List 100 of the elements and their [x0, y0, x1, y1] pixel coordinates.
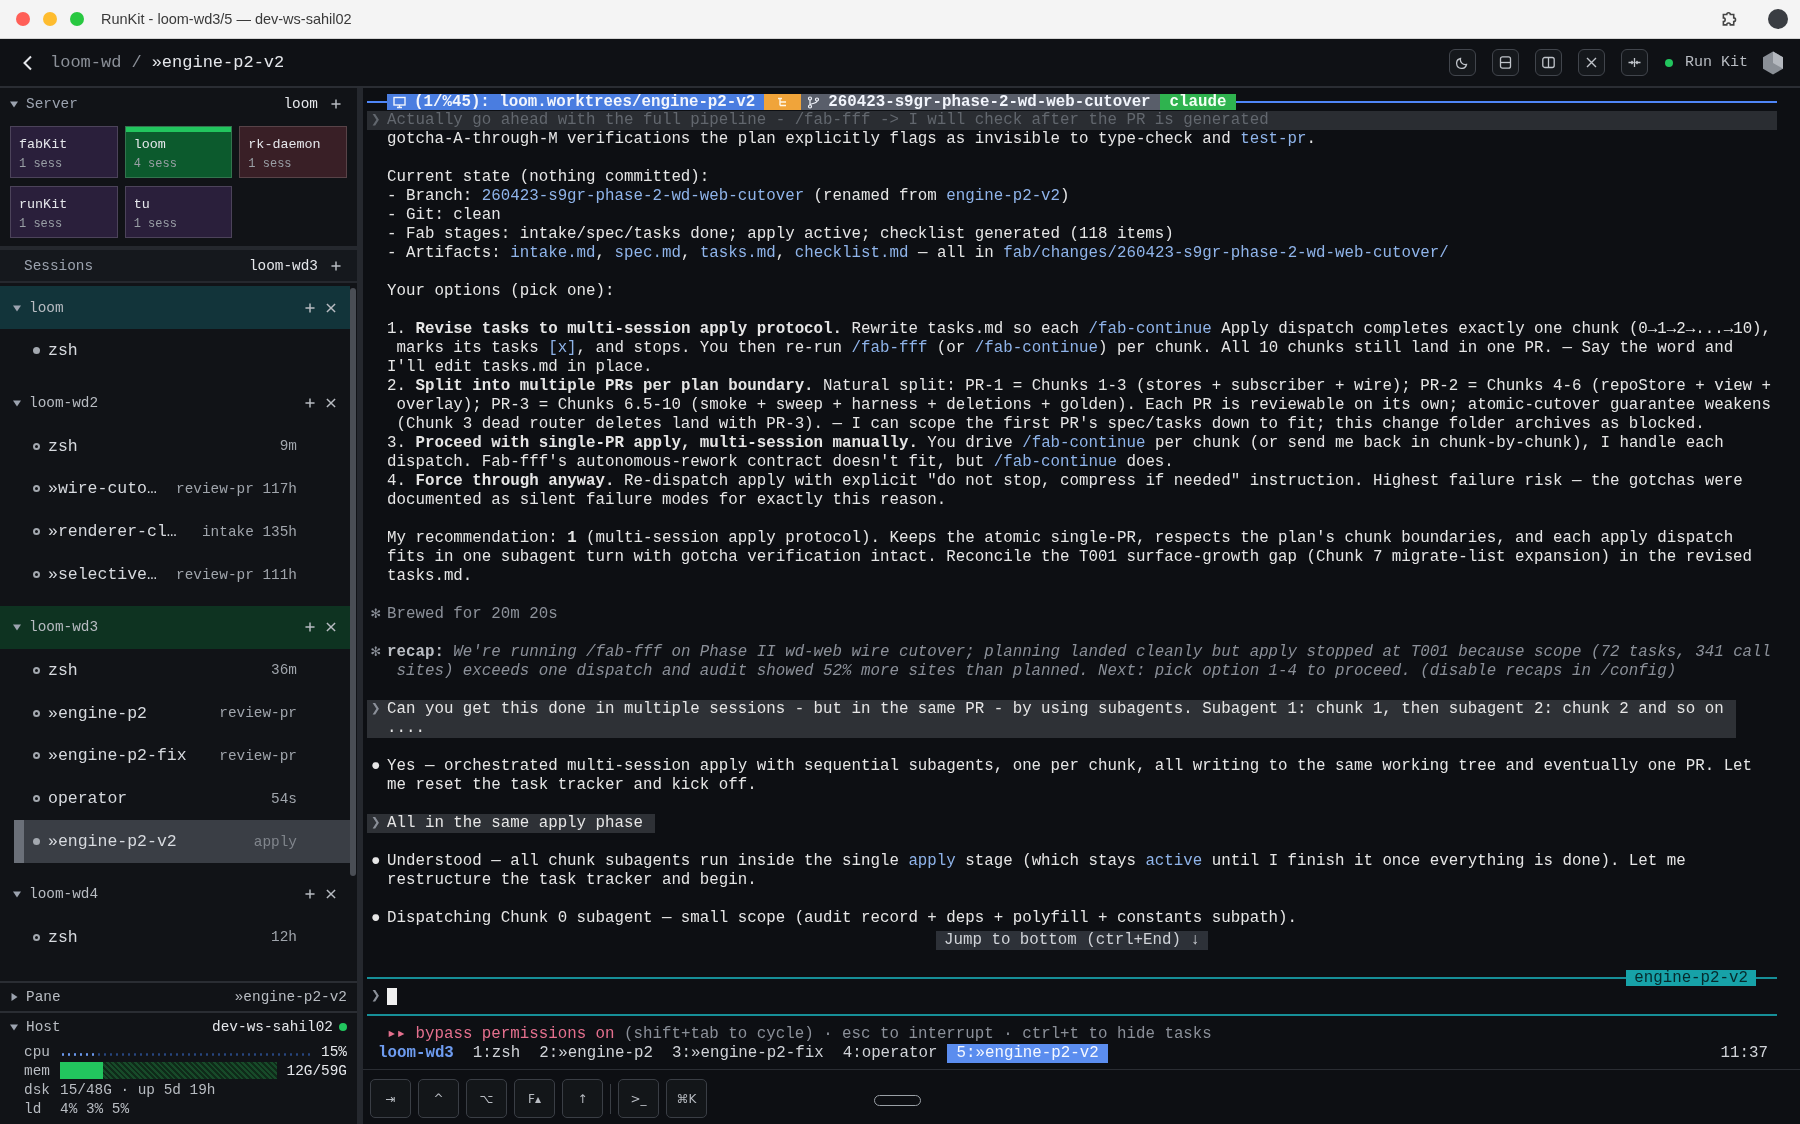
session-item[interactable]: operator 54s — [0, 777, 350, 821]
assistant-message: 1. Revise tasks to multi-session apply protocol. Rewrite tasks.md so each /fab-continue Apply dispatch completes exactly one chunk (0→1→2→...→10), marks its tasks [x], and stops. You then re-run /fab-fff (or /fab-continue) per chunk. All 10 chunks still land in one PR. — Say the word and I'll edit tasks.md in place. — [387, 320, 1772, 377]
user-message: Can you get this done in multiple sessions - but in the same PR - by using subagents. Subagent 1: chunk 1, then subagent 2: chunk 2 and so on .... — [387, 700, 1724, 738]
plus-icon[interactable] — [305, 302, 315, 313]
close-icon[interactable] — [326, 622, 336, 633]
key-button[interactable]: ⌘K — [666, 1079, 707, 1118]
bullet-symbol: ● — [371, 852, 381, 870]
caret-icon[interactable] — [10, 1023, 18, 1031]
assistant-message: My recommendation: 1 (multi-session apply protocol). Keeps the atomic single-PR, respects the plan's chunk boundaries, and each apply dispatch fits in one subagent turn with gotcha verification intact. Reconcile the T001 surface-growth gap (Chunk 7 migrate-list expansion) in the revised tasks.md. — [387, 529, 1753, 586]
server-tile[interactable]: fabKit 1 sess — [10, 126, 118, 178]
split-rows-button[interactable] — [1492, 49, 1519, 76]
caret-icon[interactable] — [13, 890, 21, 899]
hexagon-logo-icon[interactable] — [1762, 50, 1784, 75]
session-group-header[interactable]: loom — [0, 286, 350, 329]
breadcrumb-link[interactable]: loom-wd — [50, 53, 122, 72]
server-tile[interactable]: tu 1 sess — [124, 186, 233, 238]
caret-icon[interactable] — [10, 993, 18, 1001]
status-text: Brewed for 20m 20s — [387, 605, 558, 624]
plus-icon[interactable] — [331, 260, 341, 271]
avatar-icon[interactable] — [1768, 9, 1788, 29]
plus-icon[interactable] — [331, 99, 341, 109]
session-item[interactable]: »wire-cuto… review-pr 117h — [0, 467, 350, 511]
window-tab[interactable]: 4:operator — [833, 1044, 947, 1063]
close-pane-button[interactable] — [1578, 49, 1605, 76]
asterisk-symbol: ✻ — [371, 643, 381, 661]
session-group-name[interactable]: loom-wd4 — [29, 886, 305, 903]
assistant-message: Yes — orchestrated multi-session apply with sequential subagents, one per chunk, all writing to the same working tree and eventually one PR. Let me reset the task tracker and kick off. — [387, 757, 1753, 795]
close-icon — [1585, 56, 1598, 69]
assistant-message: Current state (nothing committed): — [387, 168, 711, 187]
session-group-name[interactable]: loom — [29, 299, 305, 316]
section-title: Sessions — [24, 257, 95, 274]
assistant-message: Your options (pick one): — [387, 282, 615, 301]
moon-icon — [1456, 56, 1469, 69]
user-message: All in the same apply phase — [387, 814, 643, 833]
split-rows-icon — [1499, 56, 1512, 69]
jump-to-bottom-button[interactable]: Jump to bottom (ctrl+End) ↓ — [936, 931, 1208, 950]
stat-value: 4% 3% 5% — [60, 1100, 130, 1117]
key-button[interactable]: F▴ — [514, 1079, 555, 1118]
assistant-message: - Branch: 260423-s9gr-phase-2-wd-web-cutover (renamed from engine-p2-v2) — [387, 187, 1071, 206]
key-button[interactable]: ⌥ — [466, 1079, 507, 1118]
close-icon[interactable] — [326, 398, 336, 409]
caret-icon[interactable] — [10, 100, 18, 108]
key-button[interactable]: >_ — [618, 1079, 659, 1118]
session-item[interactable]: »engine-p2-fix review-pr — [0, 734, 350, 778]
session-group-name[interactable]: loom-wd2 — [29, 395, 305, 412]
session-name[interactable]: loom-wd3 — [248, 257, 318, 274]
window-tab[interactable]: 2:»engine-p2 — [529, 1044, 663, 1063]
session-name: loom-wd3 — [378, 1044, 454, 1063]
server-tile[interactable]: rk-daemon 1 sess — [239, 126, 347, 178]
collapse-button[interactable] — [1621, 49, 1648, 76]
split-columns-icon — [1542, 56, 1555, 69]
assistant-message: - Fab stages: intake/spec/tasks done; apply active; checklist generated (118 items) — [387, 225, 1175, 244]
assistant-message: Understood — all chunk subagents run inside the single apply stage (which stays active until I finish it once everything is done). Let me restructure the task tracker and begin. — [387, 852, 1686, 890]
asterisk-symbol: ✻ — [371, 605, 381, 623]
section-title: Server — [26, 96, 79, 112]
assistant-message: - Artifacts: intake.md, spec.md, tasks.md, checklist.md — all in fab/changes/260423-s9gr-phase-2-wd-web-cutover/ — [387, 244, 1449, 263]
server-tile[interactable]: runKit 1 sess — [10, 186, 118, 238]
back-icon[interactable] — [22, 54, 33, 71]
assistant-message: gotcha-A-through-M verifications the plan explicitly flags as invisible to type-check and test-pr. — [387, 130, 1316, 149]
session-item[interactable]: »engine-p2 review-pr — [0, 691, 350, 735]
prompt-symbol: ❯ — [371, 700, 381, 718]
section-title: Host — [26, 1019, 62, 1035]
session-item[interactable]: zsh 9m — [0, 424, 350, 468]
session-item[interactable]: zsh — [0, 329, 350, 372]
puzzle-icon[interactable] — [1720, 10, 1738, 28]
close-icon[interactable] — [326, 302, 336, 313]
theme-button[interactable] — [1449, 49, 1476, 76]
plus-icon[interactable] — [305, 398, 315, 409]
caret-icon[interactable] — [13, 623, 21, 632]
bullet-symbol: ● — [371, 757, 381, 775]
session-item[interactable]: »selective… review-pr 111h — [0, 553, 350, 596]
window-tab[interactable]: 1:zsh — [463, 1044, 530, 1063]
split-columns-button[interactable] — [1535, 49, 1562, 76]
session-item[interactable]: »renderer-cl… intake 135h — [0, 510, 350, 554]
key-button[interactable]: ^ — [418, 1079, 459, 1118]
assistant-message: 4. Force through anyway. Re-dispatch apply with explicit "do not stop, compress if needed" instruction. Highest failure risk — the gotchas were documented as silent failure modes for exactly this reason. — [387, 472, 1744, 510]
plus-icon[interactable] — [305, 889, 315, 900]
breadcrumb-current: »engine-p2-v2 — [151, 53, 285, 72]
session-item[interactable]: »engine-p2-v2 apply — [14, 820, 350, 863]
session-item[interactable]: zsh 12h — [0, 915, 350, 959]
server-name[interactable]: loom — [283, 96, 318, 112]
window-close-button[interactable] — [16, 12, 30, 26]
key-button[interactable]: ↑ — [562, 1079, 603, 1118]
session-item[interactable]: zsh 36m — [0, 649, 350, 692]
server-tile[interactable]: loom 4 sess — [124, 126, 233, 178]
window-tab[interactable]: 3:»engine-p2-fix — [662, 1044, 834, 1063]
key-button[interactable]: ⇥ — [370, 1079, 411, 1118]
clock-text: 11:37 — [1720, 1044, 1769, 1063]
prompt-input[interactable]: ❯ — [367, 987, 1777, 1006]
session-group-name[interactable]: loom-wd3 — [29, 619, 305, 636]
plus-icon[interactable] — [305, 622, 315, 633]
pane-label: (1/%45): loom.worktrees/engine-p2-v2 — [414, 94, 756, 110]
caret-icon[interactable] — [13, 303, 21, 312]
caret-icon[interactable] — [13, 399, 21, 408]
scrollbar[interactable] — [350, 288, 356, 876]
monitor-icon — [393, 95, 406, 109]
session-group-header[interactable]: loom-wd3 — [0, 606, 350, 649]
brand-name: Run Kit — [1685, 54, 1748, 71]
stat-label: ld — [24, 1100, 43, 1117]
close-icon[interactable] — [326, 889, 336, 900]
